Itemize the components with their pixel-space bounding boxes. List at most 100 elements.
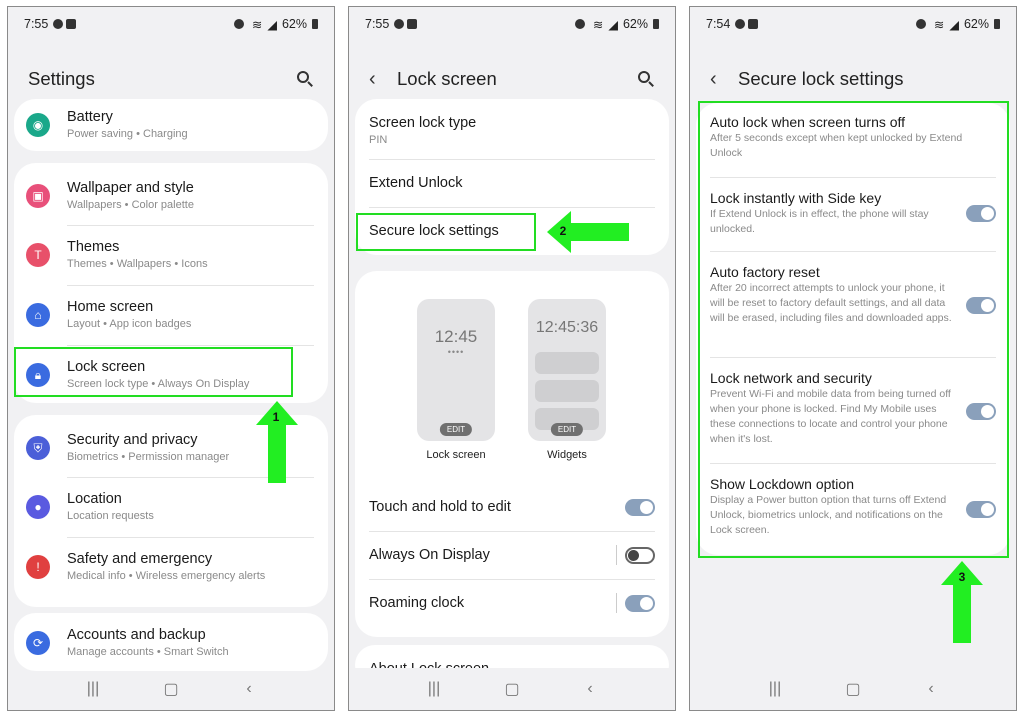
settings-item-battery[interactable]: ◉ Battery Power saving • Charging [14,101,328,149]
back-nav-icon[interactable]: ‹ [911,680,951,698]
battery-percent: 62% [281,17,307,31]
divider [710,251,996,252]
search-icon[interactable] [637,70,655,88]
settings-item-themes[interactable]: T Themes Themes • Wallpapers • Icons [14,230,328,280]
lockdown-option-item[interactable]: Show Lockdown option Display a Power butt… [696,475,1010,545]
settings-item-accounts[interactable]: ⟳ Accounts and backup Manage accounts • S… [14,619,328,667]
accounts-card: ⟳ Accounts and backup Manage accounts • S… [14,613,328,671]
item-title: Extend Unlock [369,175,463,191]
divider [67,225,314,226]
widget-placeholder [535,352,599,374]
signal-icon: ◢ [949,17,959,32]
touch-hold-toggle[interactable] [625,498,655,516]
status-time: 7:55 [24,17,49,31]
lock-network-toggle[interactable] [966,403,996,420]
item-title: Lock network and security [710,370,872,386]
divider [369,207,655,208]
item-sub: Screen lock type • Always On Display [67,377,250,390]
side-key-lock-item[interactable]: Lock instantly with Side key If Extend Un… [696,189,1010,245]
app-bar: Settings [8,57,334,101]
touch-hold-item[interactable]: Touch and hold to edit [355,487,669,527]
signal-icon: ◢ [608,17,618,32]
settings-item-lock-screen[interactable]: 🔒︎ Lock screen Screen lock type • Always … [14,350,328,400]
item-sub: Manage accounts • Smart Switch [67,645,229,658]
item-title: Touch and hold to edit [369,499,511,515]
item-title: Show Lockdown option [710,476,854,492]
recents-icon[interactable]: ||| [414,680,454,698]
lock-icon: 🔒︎ [26,363,50,387]
lock-screen-preview[interactable]: 12:45 •••• EDIT [417,299,495,441]
auto-factory-reset-item[interactable]: Auto factory reset After 20 incorrect att… [696,263,1010,349]
home-button-icon[interactable]: ▢ [151,679,191,699]
alarm-icon [574,19,585,29]
messenger-icon [735,19,746,29]
auto-lock-item[interactable]: Auto lock when screen turns off After 5 s… [696,113,1010,171]
item-sub: After 20 incorrect attempts to unlock yo… [710,282,952,324]
divider [710,177,996,178]
battery-percent: 62% [963,17,989,31]
settings-item-home-screen[interactable]: ⌂ Home screen Layout • App icon badges [14,290,328,340]
item-sub: After 5 seconds except when kept unlocke… [710,132,963,159]
page-title: Settings [28,68,95,89]
page-title: Secure lock settings [738,68,904,89]
edit-badge[interactable]: EDIT [550,423,584,436]
aod-toggle[interactable] [625,546,655,564]
back-nav-icon[interactable]: ‹ [229,680,269,698]
item-sub: Prevent Wi-Fi and mobile data from being… [710,388,951,445]
roaming-clock-item[interactable]: Roaming clock [355,583,669,623]
home-button-icon[interactable]: ▢ [492,679,532,699]
settings-item-wallpaper[interactable]: ▣ Wallpaper and style Wallpapers • Color … [14,171,328,221]
edit-badge[interactable]: EDIT [439,423,473,436]
preview-label: Widgets [547,449,587,461]
item-sub: Medical info • Wireless emergency alerts [67,569,266,582]
preview-clock: 12:45:36 [535,319,599,336]
home-button-icon[interactable]: ▢ [833,679,873,699]
item-title: Screen lock type [369,114,477,131]
battery-item-icon: ◉ [26,113,50,137]
navigation-bar: ||| ▢ ‹ [349,668,675,710]
screen-lock-type-item[interactable]: Screen lock type PIN [355,107,669,155]
settings-item-safety[interactable]: ! Safety and emergency Medical info • Wir… [14,542,328,592]
extend-unlock-item[interactable]: Extend Unlock [355,163,669,203]
gallery-icon [66,19,77,29]
widgets-preview[interactable]: 12:45:36 EDIT [528,299,606,441]
secure-settings-card: Auto lock when screen turns off After 5 s… [696,103,1010,555]
preview-card: 12:45 •••• EDIT Lock screen 12:45:36 EDI… [355,271,669,637]
widget-placeholder [535,380,599,402]
aod-item[interactable]: Always On Display [355,535,669,575]
location-pin-icon: ● [26,495,50,519]
item-title: Roaming clock [369,595,465,611]
step-number: 1 [272,410,280,424]
themes-icon: T [26,243,50,267]
wifi-icon: ≋ [592,17,604,32]
roaming-clock-toggle[interactable] [625,594,655,612]
battery-card: ◉ Battery Power saving • Charging [14,99,328,151]
preview-clock: 12:45 [434,327,478,346]
display-card: ▣ Wallpaper and style Wallpapers • Color … [14,163,328,403]
recents-icon[interactable]: ||| [755,680,795,698]
app-bar: ‹ Secure lock settings [690,57,1016,101]
recents-icon[interactable]: ||| [73,680,113,698]
side-key-toggle[interactable] [966,205,996,222]
item-title: Location [67,490,122,507]
back-nav-icon[interactable]: ‹ [570,680,610,698]
item-title: Themes [67,238,120,255]
signal-icon: ◢ [267,17,277,32]
item-sub: PIN [369,133,388,146]
lock-network-item[interactable]: Lock network and security Prevent Wi-Fi a… [696,369,1010,455]
separator [616,545,617,565]
item-sub: Themes • Wallpapers • Icons [67,257,208,270]
divider [369,159,655,160]
status-bar: 7:55 ≋ ◢ 62% [349,7,675,41]
separator [616,593,617,613]
item-title: Lock instantly with Side key [710,190,882,206]
status-time: 7:55 [365,17,390,31]
status-time: 7:54 [706,17,731,31]
back-arrow-icon[interactable]: ‹ [369,68,383,91]
settings-item-location[interactable]: ● Location Location requests [14,482,328,532]
back-arrow-icon[interactable]: ‹ [710,68,724,91]
search-icon[interactable] [296,70,314,88]
wifi-icon: ≋ [933,17,945,32]
lockdown-toggle[interactable] [966,501,996,518]
factory-reset-toggle[interactable] [966,297,996,314]
